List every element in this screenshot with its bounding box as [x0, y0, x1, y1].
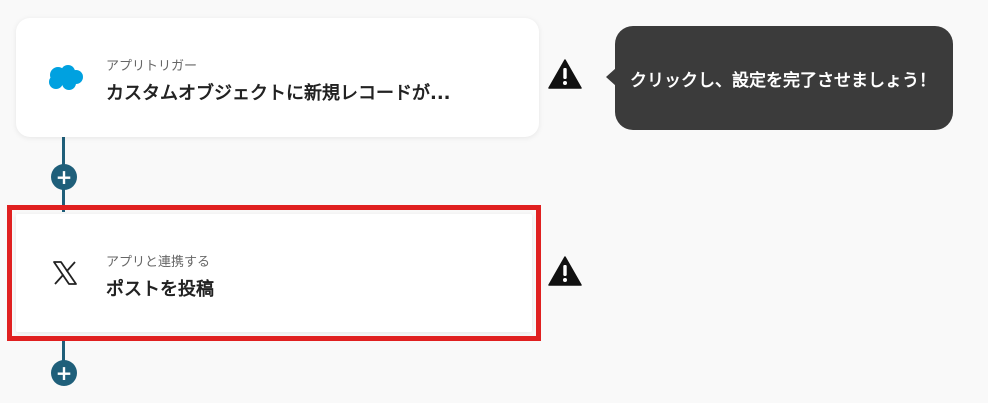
plus-icon: + [55, 361, 73, 385]
step-title: カスタムオブジェクトに新規レコードが... [106, 83, 451, 104]
step-subtitle: アプリトリガー [106, 59, 198, 74]
step-title: ポストを投稿 [106, 279, 214, 300]
plus-icon: + [55, 165, 73, 189]
warning-triangle-icon[interactable] [548, 59, 582, 89]
flow-step-trigger-card[interactable]: アプリトリガー カスタムオブジェクトに新規レコードが... [16, 18, 539, 137]
salesforce-cloud-icon [44, 62, 86, 94]
add-step-button[interactable]: + [51, 360, 77, 386]
setup-hint-tooltip: クリックし、設定を完了させましょう！ [606, 26, 953, 130]
step-subtitle: アプリと連携する [106, 255, 211, 270]
add-step-button[interactable]: + [51, 164, 77, 190]
flow-step-action-card[interactable]: アプリと連携する ポストを投稿 [16, 214, 532, 332]
x-logo-icon [44, 257, 86, 289]
warning-triangle-icon[interactable] [548, 256, 582, 286]
tooltip-text: クリックし、設定を完了させましょう！ [630, 70, 936, 91]
